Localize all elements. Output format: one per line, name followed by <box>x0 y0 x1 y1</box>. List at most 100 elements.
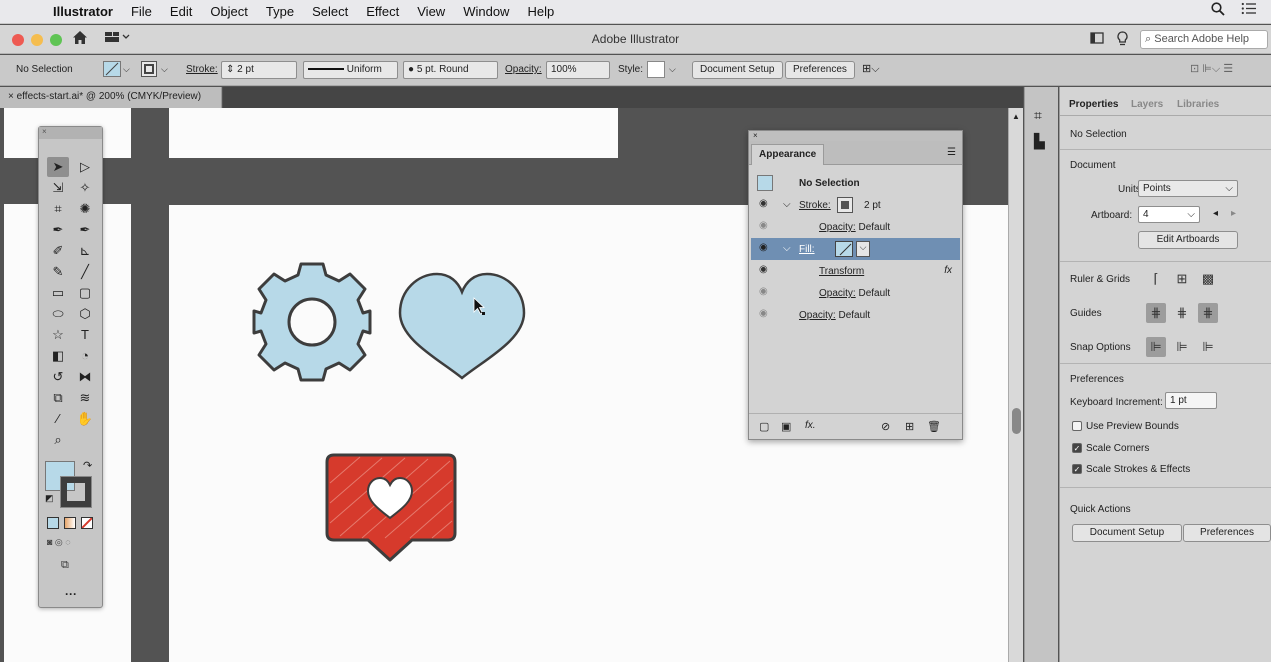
stroke-color-box[interactable] <box>60 476 92 508</box>
stroke-dropdown-arrow-icon[interactable]: ⌵ <box>161 64 168 75</box>
eye-icon[interactable]: ◉ <box>759 220 768 231</box>
menu-select[interactable]: Select <box>303 4 357 19</box>
curvature-tool-icon[interactable]: ✐ <box>47 241 69 261</box>
group-selection-tool-icon[interactable]: ⇲ <box>47 178 69 198</box>
tab-libraries[interactable]: Libraries <box>1177 99 1219 110</box>
scale-tool-icon[interactable]: ⧉ <box>47 388 69 408</box>
artboard-navigator-icon[interactable]: ⌗ <box>1034 107 1042 124</box>
fill-dropdown-arrow-icon[interactable]: ⌵ <box>123 64 130 75</box>
menu-edit[interactable]: Edit <box>161 4 201 19</box>
opacity-label[interactable]: Opacity: <box>505 64 542 75</box>
appearance-row-fill-opacity[interactable]: ◉ Opacity: Default <box>751 282 960 304</box>
stroke-label[interactable]: Stroke: <box>186 64 218 75</box>
appearance-tab[interactable]: Appearance <box>751 144 825 165</box>
document-setup-button[interactable]: Document Setup <box>1072 524 1182 542</box>
appearance-row-stroke[interactable]: ◉ ⌵ Stroke: 2 pt <box>751 194 960 216</box>
eye-icon[interactable]: ◉ <box>759 308 768 319</box>
eye-icon[interactable]: ◉ <box>759 286 768 297</box>
add-new-stroke-icon[interactable]: ▢ <box>759 420 769 433</box>
menu-type[interactable]: Type <box>257 4 303 19</box>
vertical-scrollbar[interactable]: ▲ <box>1008 108 1023 662</box>
fill-swatch[interactable] <box>103 61 121 77</box>
screen-mode-icon[interactable]: ⧉ <box>61 559 69 572</box>
rotate-tool-icon[interactable]: ↺ <box>47 367 69 387</box>
menu-view[interactable]: View <box>408 4 454 19</box>
pencil-tool-icon[interactable]: ✎ <box>47 262 69 282</box>
panel-options-icon[interactable]: ⊡ ⊫⌵ ☰ <box>1190 62 1233 76</box>
keyboard-increment-field[interactable]: 1 pt <box>1165 392 1217 409</box>
fill-row-swatch[interactable] <box>835 241 853 257</box>
appearance-panel-header[interactable]: × <box>749 131 962 141</box>
use-preview-bounds-checkbox[interactable] <box>1072 421 1082 431</box>
tools-panel-header[interactable]: × <box>39 127 102 139</box>
menu-window[interactable]: Window <box>454 4 518 19</box>
opacity-field[interactable]: 100% <box>546 61 610 79</box>
lock-guides-icon[interactable]: ⋕ <box>1172 303 1192 323</box>
gradient-mode-icon[interactable] <box>64 517 76 529</box>
close-tab-icon[interactable]: × <box>8 91 17 102</box>
add-new-fill-icon[interactable]: ▣ <box>781 420 791 433</box>
fill-dropdown-icon[interactable]: ⌵ <box>856 241 870 257</box>
menu-illustrator[interactable]: Illustrator <box>44 4 122 19</box>
document-tab[interactable]: × effects-start.ai* @ 200% (CMYK/Preview… <box>0 87 222 108</box>
anchor-point-tool-icon[interactable]: ⊾ <box>74 241 96 261</box>
ruler-icon[interactable]: ⌈ <box>1146 269 1166 289</box>
menu-help[interactable]: Help <box>518 4 563 19</box>
appearance-row-fill[interactable]: ◉ ⌵ Fill: ⌵ <box>751 238 960 260</box>
transparency-grid-icon[interactable]: ▩ <box>1198 269 1218 289</box>
align-options-icon[interactable]: ⊞⌵ <box>862 62 880 76</box>
lightbulb-icon[interactable] <box>1117 31 1128 49</box>
panel-menu-icon[interactable]: ☰ <box>947 147 956 158</box>
appearance-row-object[interactable]: No Selection <box>751 172 960 194</box>
stroke-weight-field[interactable]: ⇕ 2 pt <box>221 61 297 79</box>
eye-icon[interactable]: ◉ <box>759 264 768 275</box>
ellipse-tool-icon[interactable]: ⬭ <box>47 304 69 324</box>
opacity-row-label[interactable]: Opacity: <box>799 310 836 321</box>
stroke-swatch[interactable] <box>141 61 157 77</box>
hand-tool-icon[interactable]: ✋ <box>74 409 96 429</box>
scroll-thumb[interactable] <box>1012 408 1021 434</box>
line-segment-tool-icon[interactable]: ╱ <box>74 262 96 282</box>
default-colors-icon[interactable]: ◩ <box>45 493 54 504</box>
transform-effect-label[interactable]: Transform <box>819 266 864 277</box>
search-adobe-help-input[interactable]: ⌕ Search Adobe Help <box>1140 30 1268 49</box>
fx-icon[interactable]: fx <box>944 265 952 276</box>
width-tool-icon[interactable]: ≋ <box>74 388 96 408</box>
puppet-warp-tool-icon[interactable]: ✺ <box>74 199 96 219</box>
tab-layers[interactable]: Layers <box>1131 99 1163 110</box>
eyedropper-tool-icon[interactable]: ⁄ <box>47 409 69 429</box>
brush-definition-select[interactable]: ● 5 pt. Round <box>403 61 498 79</box>
pen-tool-icon[interactable]: ✒ <box>47 220 69 240</box>
variable-width-profile-select[interactable]: Uniform <box>303 61 398 79</box>
zoom-tool-icon[interactable]: ⌕ <box>47 430 69 450</box>
polygon-tool-icon[interactable]: ⬡ <box>74 304 96 324</box>
add-anchor-point-tool-icon[interactable]: ✒ <box>74 220 96 240</box>
notification-list-icon[interactable] <box>1241 2 1257 20</box>
document-setup-button[interactable]: Document Setup <box>692 61 783 79</box>
stroke-row-swatch[interactable] <box>837 197 853 213</box>
appearance-row-transform[interactable]: ◉ Transform fx <box>751 260 960 282</box>
preferences-button[interactable]: Preferences <box>785 61 855 79</box>
rounded-rectangle-tool-icon[interactable]: ▢ <box>74 283 96 303</box>
swap-fill-stroke-icon[interactable]: ↷ <box>83 459 92 472</box>
gradient-tool-icon[interactable]: ◧ <box>47 346 69 366</box>
appearance-row-stroke-opacity[interactable]: ◉ Opacity: Default <box>751 216 960 238</box>
selection-tool-icon[interactable]: ➤ <box>47 157 69 177</box>
expand-arrow-icon[interactable]: ⌵ <box>783 199 791 210</box>
smart-guides-icon[interactable]: ⋕ <box>1198 303 1218 323</box>
scroll-up-icon[interactable]: ▲ <box>1012 112 1020 121</box>
snap-to-point-icon[interactable]: ⊫ <box>1146 337 1166 357</box>
menu-effect[interactable]: Effect <box>357 4 408 19</box>
spotlight-search-icon[interactable] <box>1211 2 1225 20</box>
duplicate-item-icon[interactable]: ⊞ <box>905 420 914 433</box>
reflect-tool-icon[interactable]: ⧓ <box>74 367 96 387</box>
add-new-effect-icon[interactable]: fx. <box>805 420 816 431</box>
scale-corners-checkbox[interactable]: ✓ <box>1072 443 1082 453</box>
clear-appearance-icon[interactable]: ⊘ <box>881 420 890 433</box>
preferences-button[interactable]: Preferences <box>1183 524 1271 542</box>
expand-arrow-icon[interactable]: ⌵ <box>783 243 791 254</box>
edit-toolbar-icon[interactable]: ··· <box>65 587 77 601</box>
grid-icon[interactable]: ⊞ <box>1172 269 1192 289</box>
graphic-style-swatch[interactable] <box>647 61 665 78</box>
color-mode-icon[interactable] <box>47 517 59 529</box>
